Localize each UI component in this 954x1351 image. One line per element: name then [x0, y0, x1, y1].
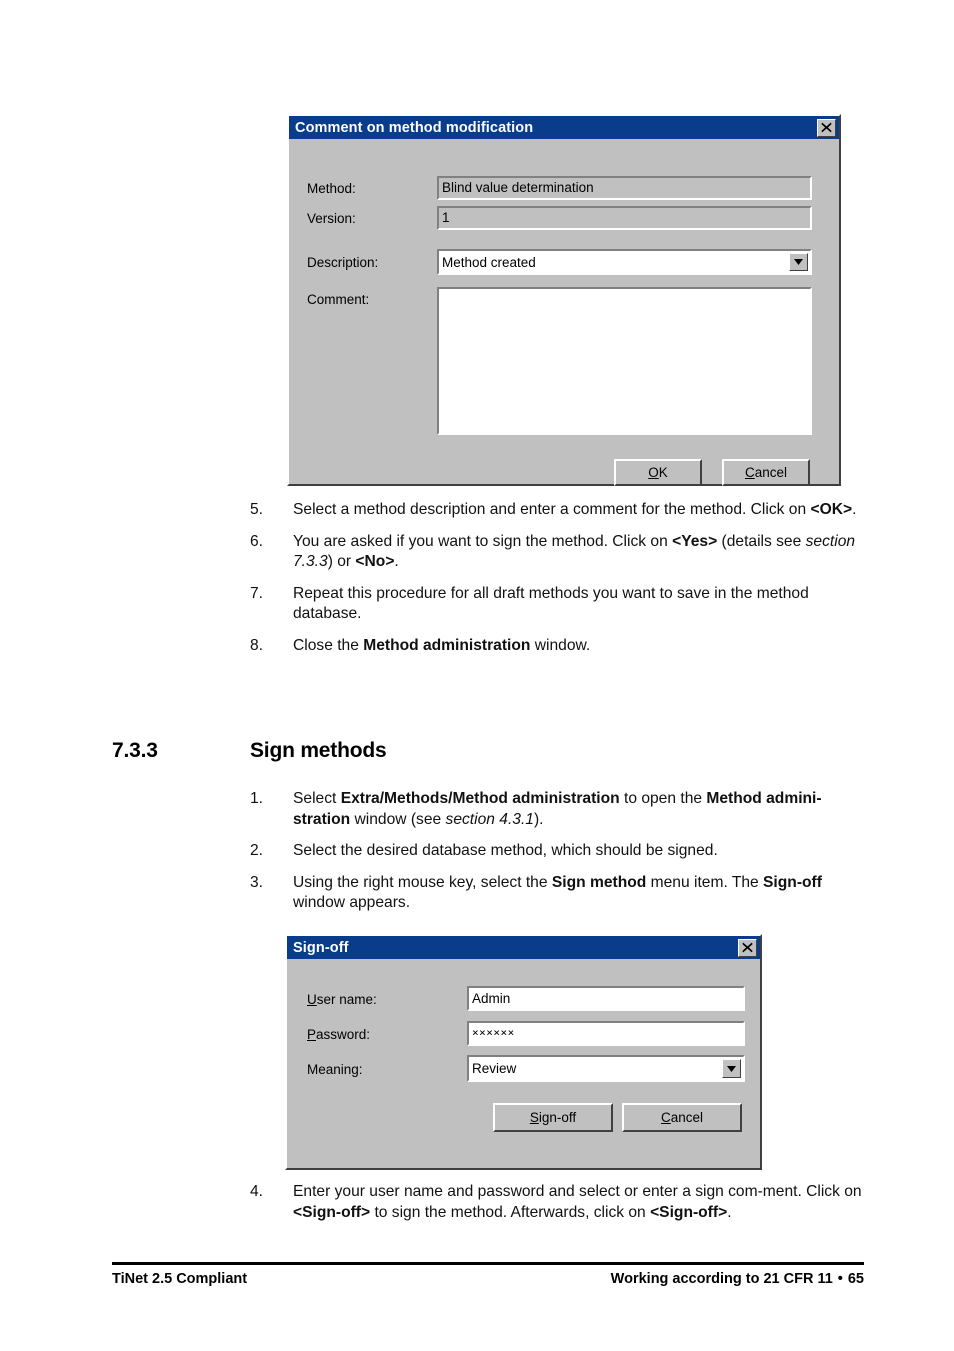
close-icon[interactable]: [738, 938, 757, 957]
step-text: Select Extra/Methods/Method administrati…: [293, 790, 822, 828]
step-text: Select a method description and enter a …: [293, 501, 857, 518]
comment-label: Comment:: [307, 292, 370, 307]
list-item: 7. Repeat this procedure for all draft m…: [250, 584, 864, 625]
password-label: Password:: [307, 1027, 371, 1042]
dialog-title: Comment on method modification: [295, 119, 534, 136]
description-combobox[interactable]: Method created: [437, 249, 812, 275]
user-name-field[interactable]: Admin: [467, 986, 745, 1011]
step-number: 7.: [250, 584, 264, 602]
list-item: 3. Using the right mouse key, select the…: [250, 873, 864, 914]
step-number: 8.: [250, 636, 264, 654]
list-item: 2. Select the desired database method, w…: [250, 841, 864, 862]
version-field: 1: [437, 206, 812, 230]
footer-bullet: •: [837, 1271, 843, 1287]
list-item: 8. Close the Method administration windo…: [250, 636, 864, 657]
ok-button-label: OK: [648, 465, 668, 480]
sign-off-button-label: Sign-off: [529, 1110, 577, 1125]
cancel-button-label: Cancel: [744, 465, 788, 480]
comment-on-method-modification-dialog: Comment on method modification Method: B…: [287, 114, 841, 486]
footer-section-name: Working according to 21 CFR 11: [610, 1271, 833, 1287]
method-value: Blind value determination: [442, 180, 594, 196]
meaning-combobox[interactable]: Review: [467, 1055, 745, 1082]
step-text: Close the Method administration window.: [293, 636, 591, 654]
footer-right-text: Working according to 21 CFR 11 • 65: [464, 1271, 864, 1287]
sign-off-button[interactable]: Sign-off: [493, 1103, 613, 1132]
method-label: Method:: [307, 181, 356, 196]
close-icon[interactable]: [817, 118, 836, 137]
chevron-down-icon[interactable]: [722, 1059, 741, 1078]
sign-off-dialog: Sign-off User name: Admin Password: ××××…: [285, 934, 762, 1170]
step-text: Select the desired database method, whic…: [293, 842, 718, 860]
cancel-button-label: Cancel: [660, 1110, 704, 1125]
list-item: 6. You are asked if you want to sign the…: [250, 532, 864, 573]
step-text: Enter your user name and password and se…: [293, 1183, 862, 1221]
chevron-down-icon[interactable]: [789, 253, 808, 271]
step-text: Repeat this procedure for all draft meth…: [293, 584, 809, 623]
dialog-body: User name: Admin Password: ×××××× Meanin…: [287, 959, 760, 1168]
meaning-label: Meaning:: [307, 1062, 363, 1077]
footer-divider: [112, 1262, 864, 1265]
password-field[interactable]: ××××××: [467, 1021, 745, 1046]
version-value: 1: [442, 210, 450, 226]
list-item: 1. Select Extra/Methods/Method administr…: [250, 789, 864, 830]
step-number: 3.: [250, 873, 264, 891]
list-item: 4. Enter your user name and password and…: [250, 1182, 864, 1223]
version-label: Version:: [307, 211, 356, 226]
step-number: 4.: [250, 1183, 264, 1200]
user-name-value: Admin: [472, 990, 511, 1006]
steps-list-upper: 5. Select a method description and enter…: [250, 500, 864, 656]
password-value: ××××××: [472, 1026, 515, 1039]
meaning-value: Review: [472, 1061, 517, 1076]
page-number: 65: [847, 1271, 864, 1287]
dialog-titlebar[interactable]: Sign-off: [287, 936, 760, 959]
page-title: Sign methods: [250, 739, 387, 762]
step-number: 1.: [250, 790, 264, 807]
step-text: Using the right mouse key, select the Si…: [293, 873, 822, 912]
dialog-body: Method: Blind value determination Versio…: [289, 139, 839, 486]
footer-left-text: TiNet 2.5 Compliant: [112, 1271, 248, 1287]
comment-textarea[interactable]: [437, 287, 812, 435]
step-text: You are asked if you want to sign the me…: [293, 532, 856, 571]
dialog-title: Sign-off: [293, 939, 349, 956]
description-label: Description:: [307, 255, 379, 270]
document-page: Comment on method modification Method: B…: [0, 0, 954, 1351]
section-number: 7.3.3: [112, 739, 158, 762]
steps-list-lower: 4. Enter your user name and password and…: [250, 1182, 864, 1223]
ok-button[interactable]: OK: [614, 459, 702, 486]
cancel-button[interactable]: Cancel: [622, 1103, 742, 1132]
description-value: Method created: [442, 254, 536, 270]
cancel-button[interactable]: Cancel: [722, 459, 810, 486]
step-number: 2.: [250, 842, 264, 860]
method-field: Blind value determination: [437, 176, 812, 200]
step-number: 5.: [250, 501, 264, 518]
user-name-label: User name:: [307, 992, 377, 1007]
dialog-titlebar[interactable]: Comment on method modification: [289, 116, 839, 139]
list-item: 5. Select a method description and enter…: [250, 500, 864, 521]
steps-list-mid: 1. Select Extra/Methods/Method administr…: [250, 789, 864, 914]
step-number: 6.: [250, 532, 264, 550]
